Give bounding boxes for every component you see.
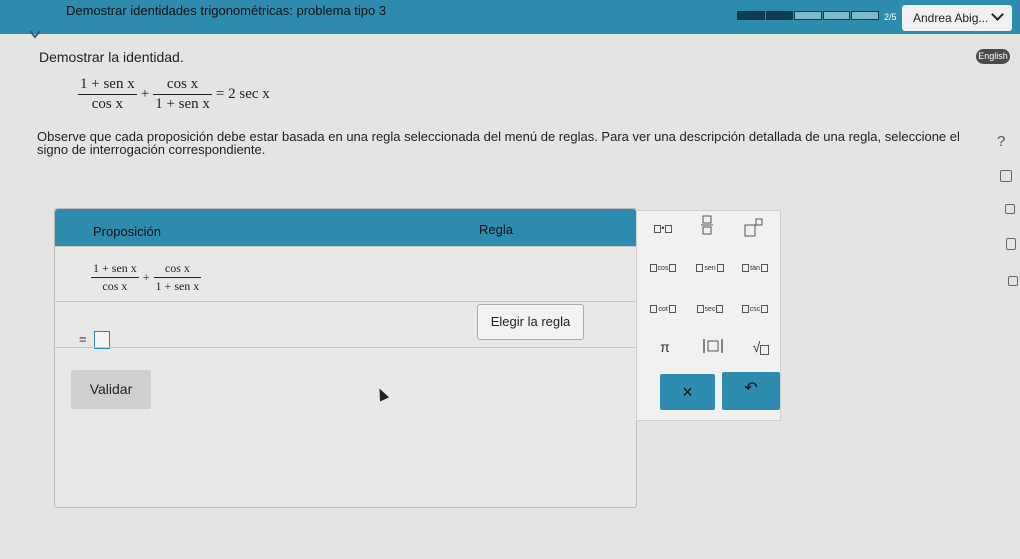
- exponent-icon: [744, 218, 763, 237]
- tan-key[interactable]: tan: [735, 257, 775, 277]
- clear-button[interactable]: ×: [660, 374, 715, 410]
- divider: [55, 347, 636, 348]
- proof-panel: Proposición Regla 1 + sen x cos x + cos …: [54, 208, 637, 508]
- validate-button[interactable]: Validar: [71, 370, 151, 409]
- cos-key[interactable]: cos: [643, 257, 683, 277]
- fraction-icon: [701, 215, 713, 235]
- collapse-chevron-icon[interactable]: [28, 27, 42, 41]
- progress-bar: [737, 11, 880, 20]
- calculator-icon[interactable]: [1000, 170, 1012, 182]
- help-question-icon[interactable]: ?: [997, 133, 1005, 150]
- absolute-value-icon: [703, 339, 723, 353]
- progress-count: 2/5: [884, 12, 897, 22]
- glossary-icon[interactable]: [1006, 238, 1016, 250]
- assignment-title: Demostrar identidades trigonométricas: p…: [66, 3, 387, 18]
- cot-key[interactable]: cot: [643, 298, 683, 318]
- multiply-key[interactable]: •: [643, 218, 683, 238]
- progress-segment: [822, 11, 851, 20]
- play-icon[interactable]: [1005, 204, 1015, 214]
- proof-row-1-formula: 1 + sen x cos x + cos x 1 + sen x: [91, 261, 202, 293]
- csc-key[interactable]: csc: [735, 298, 775, 318]
- progress-segment: [851, 11, 879, 20]
- user-menu-button[interactable]: Andrea Abig...: [902, 5, 1012, 31]
- undo-button[interactable]: ↶: [722, 372, 780, 410]
- instructions-text: Observe que cada proposición debe estar …: [37, 129, 960, 157]
- divider: [55, 246, 636, 247]
- identity-formula: 1 + sen x cos x + cos x 1 + sen x = 2 se…: [78, 76, 274, 113]
- chevron-down-icon: [991, 8, 1004, 21]
- pi-key[interactable]: π: [645, 337, 685, 357]
- fraction-key[interactable]: [687, 214, 727, 235]
- user-name: Andrea Abig...: [913, 11, 989, 25]
- progress-segment: [737, 11, 765, 20]
- progress-segment: [765, 11, 794, 20]
- divider: [55, 301, 636, 302]
- absolute-value-key[interactable]: [693, 337, 733, 357]
- identity-fraction-1: 1 + sen x cos x: [78, 76, 137, 112]
- power-key[interactable]: [733, 218, 773, 238]
- language-toggle-button[interactable]: English: [976, 49, 1010, 64]
- proof-table-header: Proposición Regla: [55, 209, 636, 246]
- bookmark-icon[interactable]: [1008, 276, 1018, 286]
- sen-key[interactable]: sen: [690, 257, 730, 277]
- equals-sign: =: [79, 331, 87, 347]
- sec-key[interactable]: sec: [690, 298, 730, 318]
- rule-column-header: Regla: [479, 222, 513, 237]
- choose-rule-button[interactable]: Elegir la regla: [477, 304, 584, 340]
- proposition-column-header: Proposición: [93, 224, 161, 239]
- problem-prompt: Demostrar la identidad.: [39, 49, 184, 65]
- progress-segment: [794, 11, 822, 20]
- sqrt-key[interactable]: √: [741, 337, 781, 357]
- identity-fraction-2: cos x 1 + sen x: [153, 76, 212, 112]
- identity-rhs: = 2 sec x: [215, 86, 270, 102]
